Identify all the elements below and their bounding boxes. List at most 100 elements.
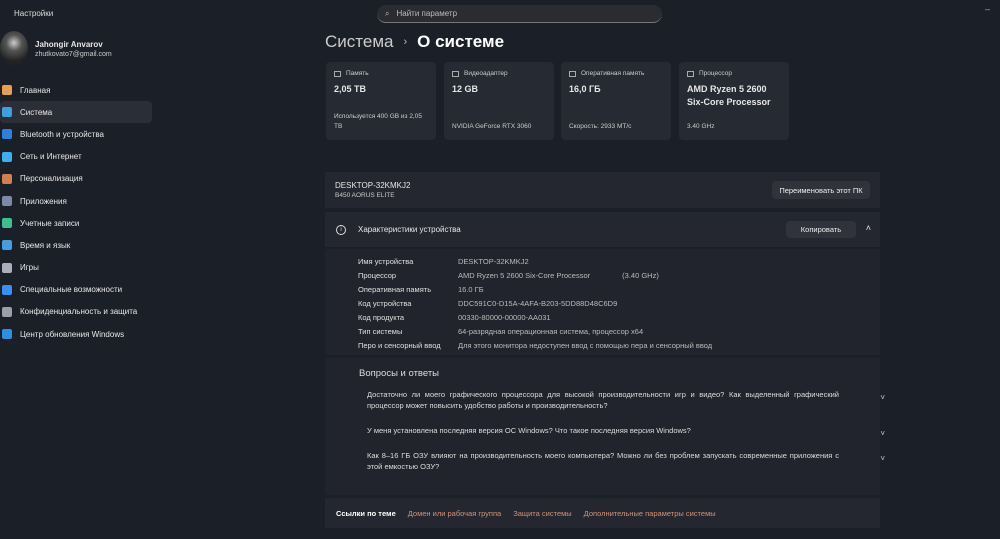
spec-value[interactable]: 16.0 ГБ (458, 285, 484, 294)
card-label: Память (346, 70, 369, 77)
link-system-protection[interactable]: Защита системы (513, 509, 571, 518)
card-sub: Используется 400 GB из 2,05 TB (334, 113, 422, 130)
spec-row: Оперативная память 16.0 ГБ (325, 282, 880, 296)
sidebar-item[interactable]: Специальные возможности (0, 279, 152, 301)
copy-button[interactable]: Копировать (786, 221, 856, 238)
minimize-button[interactable]: – (985, 4, 990, 14)
sidebar-item-label: Персонализация (20, 174, 83, 184)
rename-pc-button[interactable]: Переименовать этот ПК (772, 181, 870, 199)
sidebar-item-icon (2, 284, 12, 295)
sidebar-item-label: Центр обновления Windows (20, 329, 125, 339)
card-value: 12 GB (452, 84, 479, 94)
sidebar-item[interactable]: Персонализация (0, 168, 152, 190)
spec-value[interactable]: DDC591C0-D15A-4AFA-B203-5DD88D48C6D9 (458, 299, 617, 308)
faq-item[interactable]: У меня установлена последняя версия ОС W… (359, 425, 885, 438)
sidebar-item[interactable]: Учетные записи (0, 212, 152, 234)
sidebar-item[interactable]: Игры (0, 257, 152, 279)
card-sub: 3.40 GHz (687, 123, 715, 130)
sidebar-item[interactable]: Время и язык (0, 234, 152, 256)
spec-key: Имя устройства (358, 256, 414, 266)
specs-list: Имя устройства DESKTOP-32KMKJ2 Процессор AM… (325, 249, 880, 355)
info-icon: i (336, 224, 346, 235)
search-icon: ⌕ (385, 8, 390, 18)
faq-item[interactable]: Достаточно ли моего графического процесс… (359, 389, 885, 411)
device-name-panel: DESKTOP-32KMKJ2 B450 AORUS ELITE Переиме… (325, 172, 880, 208)
related-links: Ссылки по теме Домен или рабочая группа … (325, 498, 880, 528)
sidebar-item[interactable]: Система (0, 101, 152, 124)
sidebar-item-label: Главная (20, 85, 51, 95)
user-name: Jahongir Anvarov (35, 40, 103, 49)
spec-key: Тип системы (358, 326, 403, 336)
spec-row: Перо и сенсорный ввод Для этого монитора … (325, 338, 880, 352)
chevron-right-icon: › (403, 36, 408, 48)
sidebar-item[interactable]: Центр обновления Windows (0, 323, 152, 345)
card-icon (452, 70, 459, 77)
sidebar-item-label: Приложения (20, 196, 67, 206)
card-label: Оперативная память (581, 70, 645, 77)
card-label: Видеоадаптер (464, 70, 508, 77)
chevron-down-icon[interactable]: ˅ (880, 428, 885, 439)
sidebar-item[interactable]: Главная (0, 79, 152, 101)
avatar[interactable] (0, 31, 28, 65)
spec-value[interactable]: 00330-80000-00000-AA031 (458, 313, 551, 322)
sidebar-item-label: Время и язык (20, 240, 71, 250)
sidebar-nav: Главная Система Bluetooth и устройства Сеть… (0, 79, 152, 345)
chevron-down-icon[interactable]: ˅ (880, 392, 885, 403)
faq-item[interactable]: Как 8–16 ГБ ОЗУ влияют на производительн… (359, 450, 885, 472)
spec-row: Процессор AMD Ryzen 5 2600 Six-Core Proce… (325, 268, 880, 282)
sidebar-item[interactable]: Конфиденциальность и защита (0, 301, 152, 323)
device-specs-header[interactable]: i Характеристики устройства Копировать ˄ (325, 212, 880, 247)
sidebar-item-label: Специальные возможности (20, 285, 123, 295)
spec-card: Оперативная память 16,0 ГБ Скорость: 2933 … (561, 62, 671, 140)
spec-value[interactable]: DESKTOP-32KMKJ2 (458, 257, 529, 266)
sidebar-item-icon (2, 306, 12, 317)
sidebar-item[interactable]: Приложения (0, 190, 152, 212)
spec-value[interactable]: Для этого монитора недоступен ввод с пом… (458, 341, 712, 350)
window-title: Настройки (14, 9, 54, 18)
faq-title: Вопросы и ответы (359, 368, 440, 379)
card-icon (334, 70, 341, 77)
card-value: 16,0 ГБ (569, 84, 601, 94)
specs-title: Характеристики устройства (358, 225, 461, 234)
sidebar-item-label: Сеть и Интернет (20, 152, 82, 162)
spec-value[interactable]: 64-разрядная операционная система, проце… (458, 327, 643, 336)
breadcrumb-parent[interactable]: Система (325, 32, 393, 52)
link-domain-workgroup[interactable]: Домен или рабочая группа (408, 509, 501, 518)
sidebar-item[interactable]: Сеть и Интернет (0, 146, 152, 168)
faq-question: Как 8–16 ГБ ОЗУ влияют на производительн… (367, 451, 839, 471)
spec-card: Видеоадаптер 12 GB NVIDIA GeForce RTX 3060 (444, 62, 554, 140)
sidebar-item-icon (2, 262, 12, 273)
page-title: О системе (417, 32, 505, 51)
spec-row: Код продукта 00330-80000-00000-AA031 (325, 310, 880, 324)
sidebar-item-icon (2, 196, 12, 207)
spec-card: Процессор AMD Ryzen 5 2600 Six-Core Proce… (679, 62, 789, 140)
sidebar-item-label: Конфиденциальность и защита (20, 307, 138, 317)
sidebar-item-icon (2, 129, 12, 140)
sidebar-item-label: Система (20, 107, 53, 117)
spec-row: Имя устройства DESKTOP-32KMKJ2 (325, 254, 880, 268)
sidebar-item-icon (2, 107, 12, 118)
breadcrumb: Система › О системе (325, 32, 504, 52)
spec-key: Процессор (358, 270, 397, 280)
spec-key: Перо и сенсорный ввод (358, 340, 441, 350)
chevron-up-icon[interactable]: ˄ (866, 223, 871, 233)
faq-section: Вопросы и ответы Достаточно ли моего гра… (325, 358, 885, 495)
spec-row: Код устройства DDC591C0-D15A-4AFA-B203-5D… (325, 296, 880, 310)
sidebar-item-icon (2, 329, 12, 340)
sidebar-item-label: Игры (20, 263, 39, 273)
card-sub: Скорость: 2933 МТ/с (569, 123, 632, 130)
spec-value-extra: (3.40 GHz) (622, 270, 659, 280)
sidebar-item-icon (2, 218, 12, 229)
spec-value[interactable]: AMD Ryzen 5 2600 Six-Core Processor (458, 271, 590, 280)
spec-card: Память 2,05 TB Используется 400 GB из 2,05… (326, 62, 436, 140)
card-label: Процессор (699, 70, 732, 77)
related-links-title: Ссылки по теме (336, 508, 396, 518)
link-advanced-settings[interactable]: Дополнительные параметры системы (584, 509, 716, 518)
sidebar-item[interactable]: Bluetooth и устройства (0, 123, 152, 145)
chevron-down-icon[interactable]: ˅ (880, 453, 885, 464)
sidebar-item-icon (2, 85, 12, 96)
search-input[interactable]: ⌕ Найти параметр (377, 5, 662, 23)
search-placeholder: Найти параметр (396, 9, 458, 18)
sidebar-item-icon (2, 240, 12, 251)
user-email: zhutkovato7@gmail.com (35, 51, 112, 58)
